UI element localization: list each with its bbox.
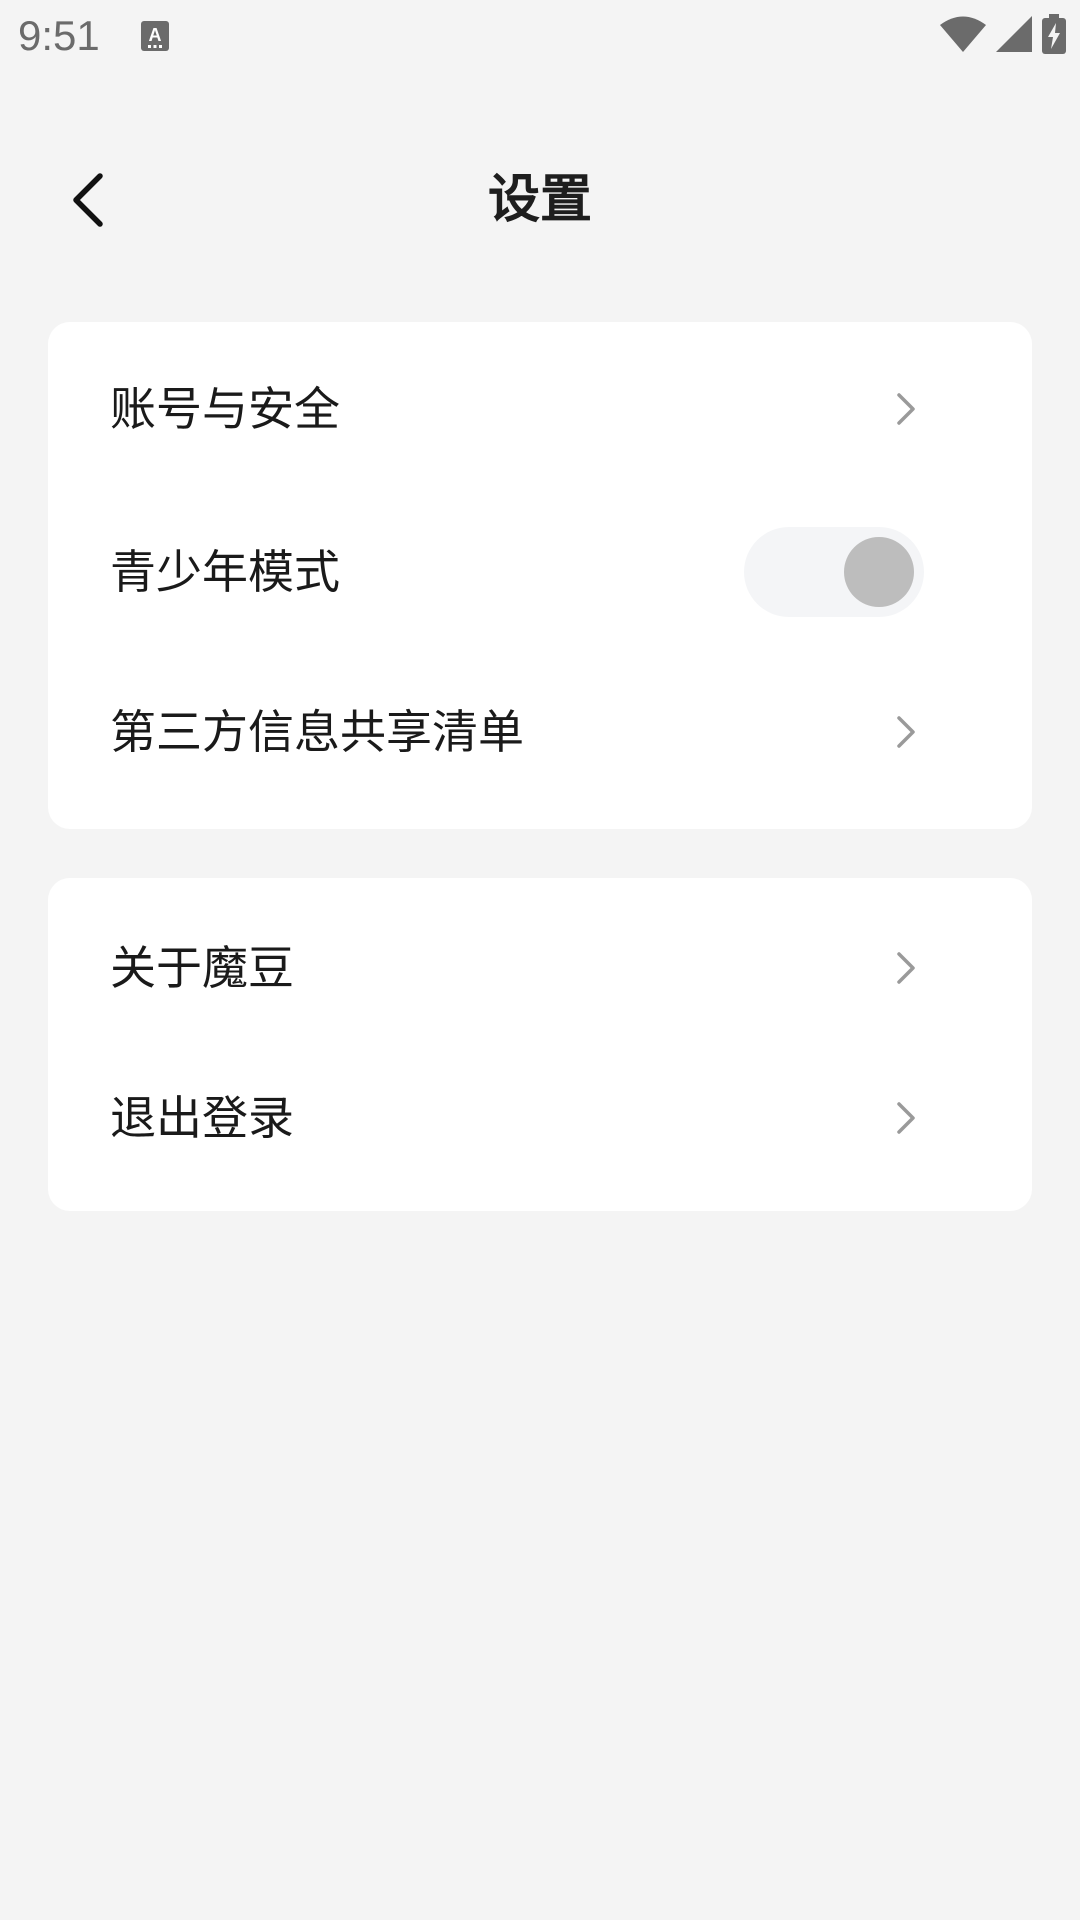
status-bar: 9:51 A (0, 0, 1080, 72)
page-title: 设置 (487, 170, 592, 230)
logout-label: 退出登录 (110, 1091, 294, 1145)
about-modou-label: 关于魔豆 (110, 941, 294, 995)
toggle-knob (844, 537, 914, 607)
about-modou-item[interactable]: 关于魔豆 (48, 893, 1032, 1043)
back-button[interactable] (48, 160, 128, 240)
status-icons (940, 14, 1066, 54)
chevron-right-icon (897, 1102, 915, 1134)
wifi-icon (940, 16, 986, 52)
account-security-item[interactable]: 账号与安全 (48, 334, 1032, 484)
svg-text:A: A (149, 25, 162, 45)
teen-mode-item: 青少年模式 (48, 497, 1032, 647)
battery-charging-icon (1042, 14, 1066, 54)
chevron-right-icon (897, 716, 915, 748)
chevron-left-icon (73, 173, 103, 227)
signal-icon (996, 16, 1032, 52)
third-party-sharing-list-label: 第三方信息共享清单 (110, 705, 524, 759)
header: 设置 (0, 150, 1080, 250)
account-security-label: 账号与安全 (110, 382, 340, 436)
keyboard-a-icon: A (141, 21, 169, 51)
teen-mode-toggle[interactable] (744, 527, 924, 617)
settings-card-secondary: 关于魔豆 退出登录 (48, 878, 1032, 1211)
status-time: 9:51 (18, 12, 100, 59)
chevron-right-icon (897, 952, 915, 984)
third-party-sharing-list-item[interactable]: 第三方信息共享清单 (48, 657, 1032, 807)
chevron-right-icon (897, 393, 915, 425)
settings-card-primary: 账号与安全 青少年模式 第三方信息共享清单 (48, 322, 1032, 829)
teen-mode-label: 青少年模式 (110, 545, 340, 599)
logout-item[interactable]: 退出登录 (48, 1043, 1032, 1193)
